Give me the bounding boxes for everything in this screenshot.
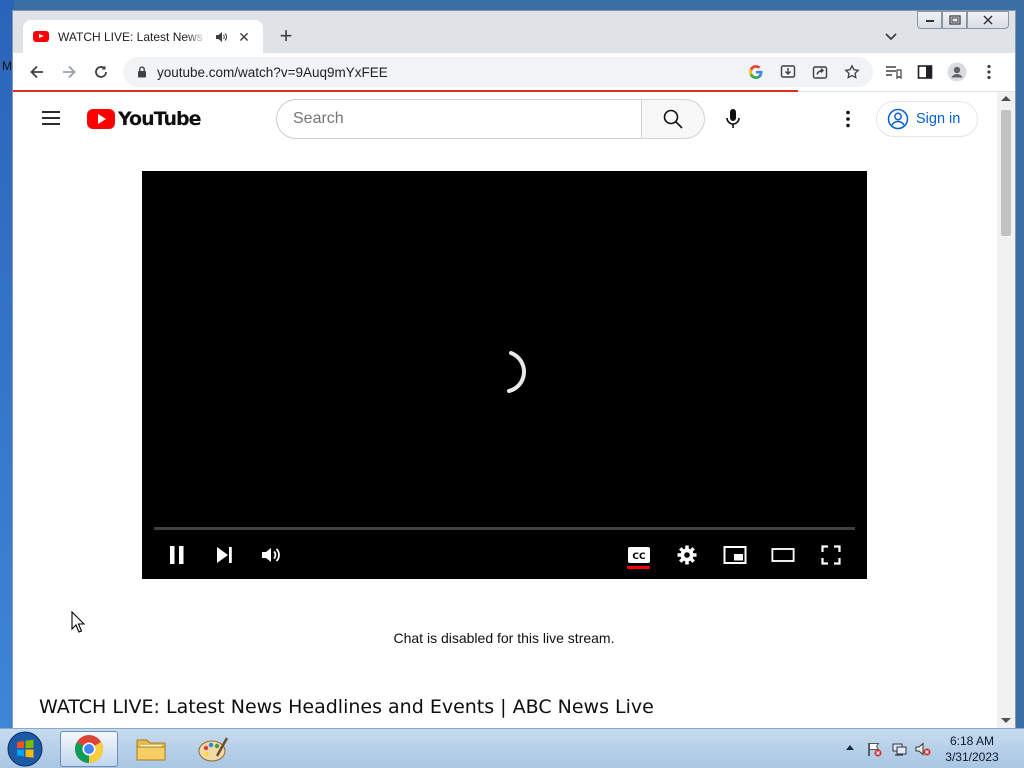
hamburger-menu-icon[interactable] [41, 110, 61, 126]
search-container [276, 99, 642, 139]
start-button[interactable] [4, 730, 46, 768]
search-button[interactable] [641, 99, 705, 139]
scroll-down-arrow-icon[interactable] [1001, 718, 1011, 723]
profile-avatar-icon[interactable] [947, 62, 967, 82]
new-tab-button[interactable]: + [275, 25, 297, 47]
network-icon[interactable] [891, 741, 907, 757]
youtube-logo[interactable]: YouTube [87, 108, 201, 130]
search-icon [663, 109, 683, 129]
paint-palette-icon [198, 737, 229, 762]
mouse-cursor-icon [71, 611, 85, 633]
bookmark-star-icon[interactable] [843, 63, 861, 81]
microphone-icon [726, 109, 740, 128]
window-restore-button[interactable] [942, 11, 967, 29]
show-hidden-icons-arrow[interactable] [846, 745, 854, 750]
fullscreen-icon[interactable] [819, 543, 843, 567]
video-progress-bar[interactable] [154, 527, 855, 530]
reload-icon[interactable] [91, 62, 111, 82]
search-input[interactable] [293, 110, 613, 128]
chat-disabled-message: Chat is disabled for this live stream. [393, 630, 615, 646]
lock-icon[interactable] [135, 65, 149, 79]
youtube-page: YouTube Sign in [13, 92, 997, 728]
captions-active-indicator [627, 566, 650, 569]
theater-mode-icon[interactable] [771, 543, 795, 567]
windows-taskbar: 6:18 AM 3/31/2023 [0, 728, 1024, 768]
scrollbar-thumb[interactable] [1001, 110, 1011, 236]
closed-captions-icon[interactable]: CC [627, 543, 651, 567]
address-bar[interactable]: youtube.com/watch?v=9Auq9mYxFEE [123, 57, 873, 87]
scroll-up-arrow-icon[interactable] [1001, 96, 1011, 101]
volume-muted-icon[interactable] [915, 741, 931, 757]
loading-spinner-icon [507, 351, 527, 393]
tab-close-icon[interactable]: ✕ [236, 29, 252, 45]
speaker-audio-icon[interactable] [214, 30, 228, 44]
volume-icon[interactable] [259, 543, 283, 567]
back-arrow-icon[interactable] [27, 62, 47, 82]
tab-title: WATCH LIVE: Latest News Headlines and Ev… [58, 29, 208, 44]
url-text: youtube.com/watch?v=9Auq9mYxFEE [157, 65, 388, 80]
browser-toolbar: youtube.com/watch?v=9Auq9mYxFEE [13, 53, 1015, 91]
pause-button-icon[interactable] [165, 543, 189, 567]
taskbar-paint[interactable] [184, 731, 242, 767]
chrome-icon [75, 735, 103, 763]
more-vertical-icon [846, 110, 850, 128]
folder-icon [136, 739, 166, 761]
forward-arrow-icon[interactable] [59, 62, 79, 82]
voice-search-button[interactable] [713, 99, 753, 139]
video-title: WATCH LIVE: Latest News Headlines and Ev… [39, 696, 654, 718]
video-player[interactable]: CC [142, 171, 867, 579]
windows-logo-icon [7, 731, 43, 767]
install-app-icon[interactable] [779, 63, 797, 81]
chrome-menu-icon[interactable] [979, 62, 999, 82]
desktop-edge-text: M [2, 59, 12, 73]
window-minimize-button[interactable] [917, 11, 942, 29]
reading-list-icon[interactable] [883, 62, 903, 82]
side-panel-icon[interactable] [915, 62, 935, 82]
miniplayer-icon[interactable] [723, 543, 747, 567]
window-close-button[interactable] [967, 11, 1009, 29]
taskbar-file-explorer[interactable] [122, 731, 180, 767]
youtube-play-logo-icon [87, 109, 115, 129]
youtube-favicon-icon [33, 31, 49, 42]
tab-strip: WATCH LIVE: Latest News Headlines and Ev… [13, 11, 1015, 53]
page-scrollbar[interactable] [997, 92, 1015, 728]
action-center-flag-icon[interactable] [866, 741, 882, 757]
settings-gear-icon[interactable] [675, 543, 699, 567]
google-translate-icon[interactable] [747, 63, 765, 81]
browser-tab-active[interactable]: WATCH LIVE: Latest News Headlines and Ev… [23, 20, 263, 53]
browser-window: WATCH LIVE: Latest News Headlines and Ev… [12, 10, 1016, 728]
clock-time: 6:18 AM [949, 734, 995, 748]
share-icon[interactable] [811, 63, 829, 81]
account-circle-icon [887, 108, 909, 130]
tab-search-chevron-icon[interactable] [883, 28, 899, 44]
youtube-logo-text: YouTube [118, 108, 201, 130]
clock-date: 3/31/2023 [945, 750, 999, 764]
taskbar-chrome[interactable] [60, 731, 118, 767]
system-clock[interactable]: 6:18 AM 3/31/2023 [932, 733, 1012, 765]
next-video-icon[interactable] [212, 543, 236, 567]
sign-in-button[interactable]: Sign in [876, 101, 978, 137]
settings-more-button[interactable] [835, 106, 861, 132]
svg-text:CC: CC [632, 552, 646, 562]
sign-in-label: Sign in [916, 111, 961, 127]
